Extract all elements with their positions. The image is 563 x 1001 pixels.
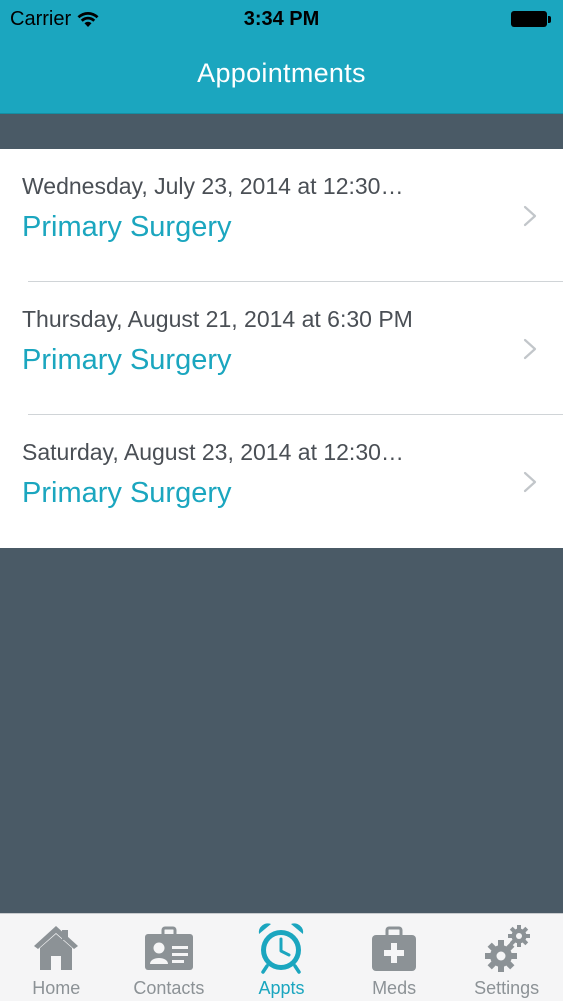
battery-icon bbox=[511, 10, 553, 28]
appointment-location: Primary Surgery bbox=[22, 344, 232, 376]
chevron-right-icon bbox=[523, 338, 537, 360]
tab-meds[interactable]: Meds bbox=[338, 914, 451, 1001]
home-icon bbox=[34, 926, 79, 970]
tab-contacts[interactable]: Contacts bbox=[113, 914, 226, 1001]
chevron-right-icon bbox=[523, 471, 537, 493]
tab-label: Meds bbox=[372, 978, 417, 998]
tab-label: Home bbox=[32, 978, 81, 998]
gears-icon bbox=[484, 925, 530, 972]
tab-settings[interactable]: Settings bbox=[450, 914, 563, 1001]
tab-label: Contacts bbox=[133, 978, 205, 998]
appointment-location: Primary Surgery bbox=[22, 477, 232, 509]
contact-card-icon bbox=[144, 926, 193, 970]
tab-bar: Home Contacts Appts Meds Settings bbox=[0, 913, 563, 1001]
navigation-bar: Appointments bbox=[0, 40, 563, 114]
tab-home[interactable]: Home bbox=[0, 914, 113, 1001]
appointment-row[interactable]: Wednesday, July 23, 2014 at 12:30… Prima… bbox=[0, 149, 563, 282]
status-bar: Carrier 3:34 PM bbox=[0, 0, 563, 40]
appointment-date: Wednesday, July 23, 2014 at 12:30… bbox=[22, 173, 404, 199]
medical-kit-icon bbox=[372, 926, 417, 971]
tab-appts[interactable]: Appts bbox=[225, 914, 338, 1001]
tab-label: Appts bbox=[258, 978, 305, 998]
tab-label: Settings bbox=[474, 978, 540, 998]
appointment-date: Saturday, August 23, 2014 at 12:30… bbox=[22, 439, 404, 465]
appointment-row[interactable]: Saturday, August 23, 2014 at 12:30… Prim… bbox=[0, 415, 563, 548]
status-time: 3:34 PM bbox=[243, 8, 320, 30]
appointment-date: Thursday, August 21, 2014 at 6:30 PM bbox=[22, 306, 413, 332]
appointment-row[interactable]: Thursday, August 21, 2014 at 6:30 PM Pri… bbox=[0, 282, 563, 415]
appointments-list: Wednesday, July 23, 2014 at 12:30… Prima… bbox=[0, 149, 563, 548]
alarm-clock-icon bbox=[259, 923, 304, 974]
page-title: Appointments bbox=[197, 58, 366, 88]
chevron-right-icon bbox=[523, 205, 537, 227]
appointment-location: Primary Surgery bbox=[22, 211, 232, 243]
